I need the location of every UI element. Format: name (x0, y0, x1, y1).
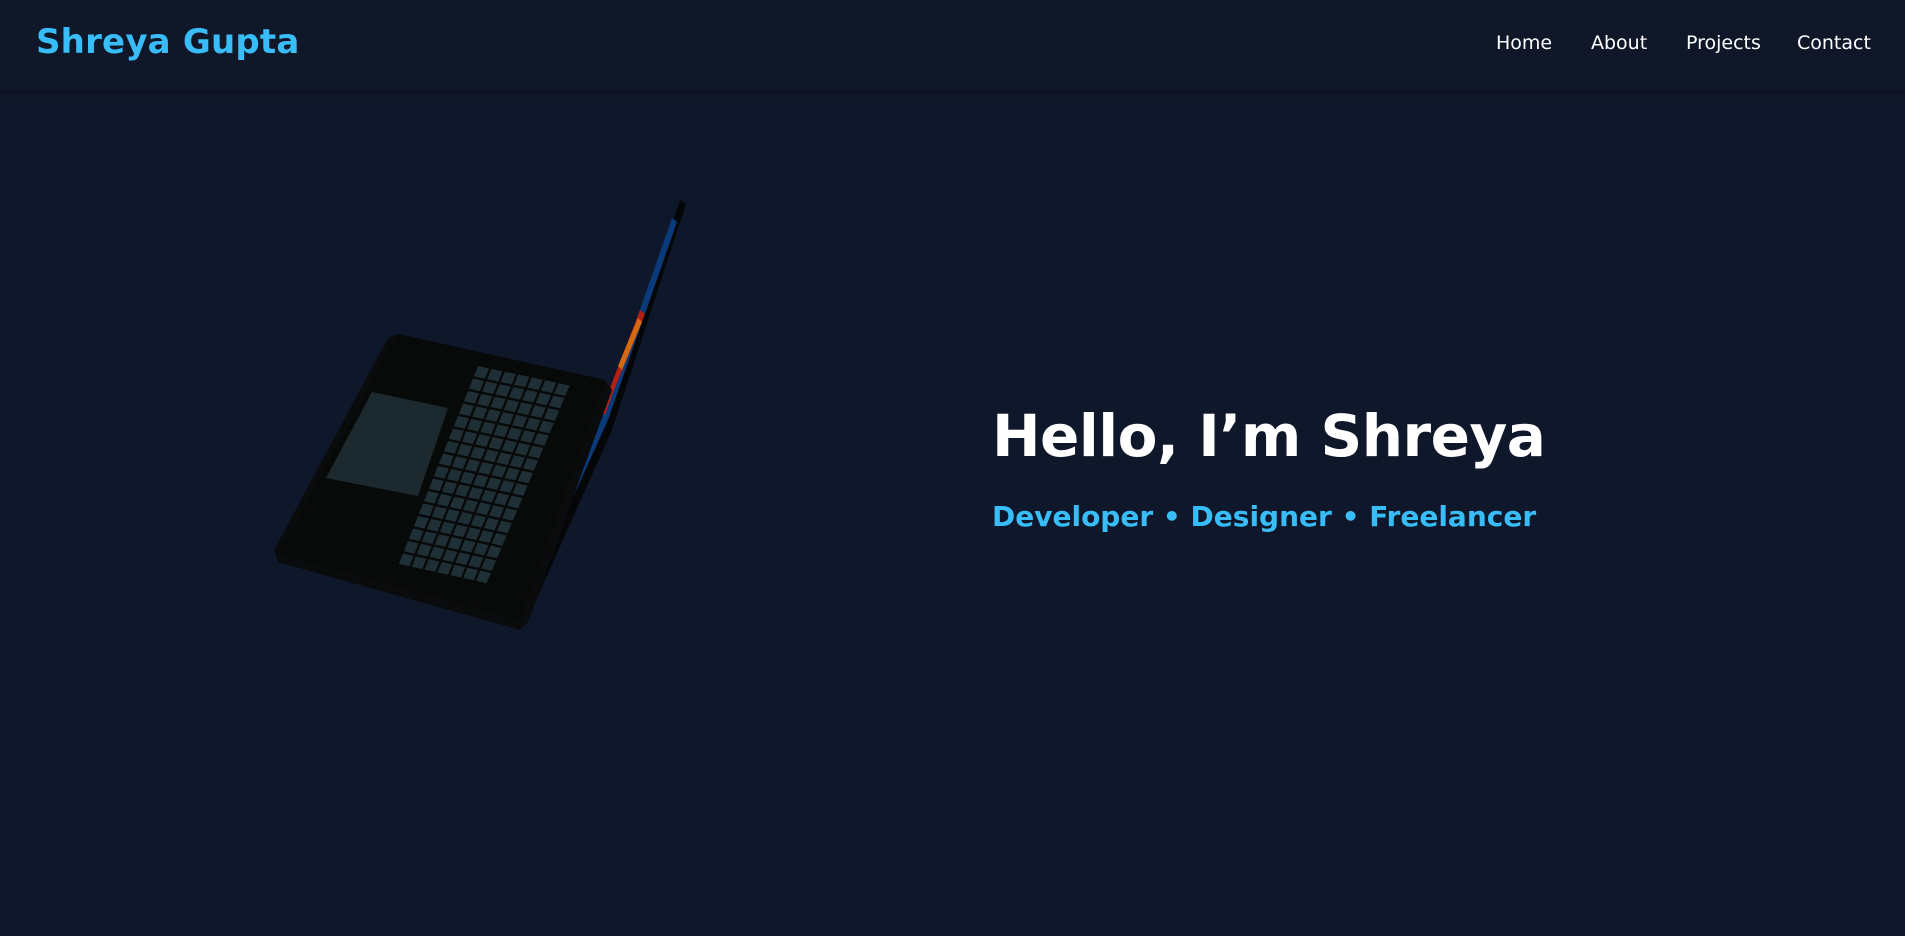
nav-link-about[interactable]: About (1591, 32, 1647, 54)
page: Shreya Gupta Home About Projects Contact… (0, 0, 1905, 936)
laptop-illustration (274, 200, 686, 630)
nav-link-projects[interactable]: Projects (1686, 32, 1761, 54)
nav-link-contact[interactable]: Contact (1797, 32, 1871, 54)
laptop-3d-model[interactable] (260, 190, 720, 640)
nav-link-home[interactable]: Home (1496, 32, 1552, 54)
hero-title: Hello, I’m Shreya (992, 402, 1546, 470)
hero-subtitle: Developer • Designer • Freelancer (992, 500, 1537, 533)
brand-logo[interactable]: Shreya Gupta (36, 22, 300, 62)
navbar: Shreya Gupta Home About Projects Contact (0, 0, 1905, 90)
